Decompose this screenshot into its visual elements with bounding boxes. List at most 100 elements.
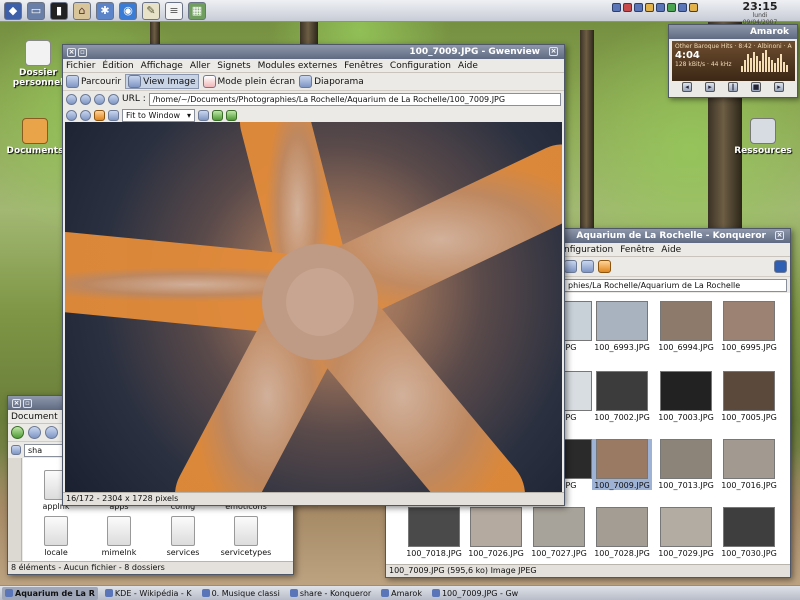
zoom-fit-icon[interactable] [198, 109, 210, 121]
browser-icon[interactable]: ◉ [119, 1, 137, 20]
close-icon[interactable]: × [12, 398, 21, 408]
menu-item[interactable]: Document [11, 412, 58, 422]
clear-icon[interactable] [108, 93, 119, 105]
window-menu-icon[interactable]: ▫ [78, 47, 87, 57]
file-item[interactable]: 100_6995.JPG [719, 301, 779, 352]
file-item[interactable]: 100_7029.JPG [656, 507, 716, 558]
list-view-icon[interactable] [581, 260, 594, 273]
monitor-icon[interactable]: ▭ [27, 1, 45, 20]
menu-item[interactable]: Affichage [141, 61, 183, 71]
file-item[interactable]: 100_7028.JPG [592, 507, 652, 558]
tray-icon[interactable] [667, 3, 676, 12]
image-viewer[interactable] [65, 122, 562, 495]
file-item[interactable]: 100_7003.JPG [656, 371, 716, 422]
settings-icon[interactable]: ✱ [96, 1, 114, 20]
file-item[interactable]: 100_7016.JPG [719, 439, 779, 490]
tray-icon[interactable] [689, 3, 698, 12]
kde-icon[interactable] [774, 260, 787, 273]
zoom-in-icon[interactable] [66, 93, 77, 105]
tray-icon[interactable] [634, 3, 643, 12]
home-icon[interactable] [94, 109, 105, 121]
menu-item[interactable]: Aller [190, 61, 210, 71]
play-icon[interactable]: ▸ [705, 82, 715, 92]
zoom-icon[interactable] [108, 109, 119, 121]
file-item[interactable]: 100_7018.JPG [404, 507, 464, 558]
file-item[interactable]: 100_6993.JPG [592, 301, 652, 352]
thumbnail [723, 439, 775, 479]
tray-icon[interactable] [645, 3, 654, 12]
tray-icon[interactable] [656, 3, 665, 12]
folder-item[interactable]: services [153, 516, 213, 557]
desktop-icon-label: Dossier personnel [12, 68, 64, 88]
window-menu-icon[interactable]: ▫ [23, 398, 32, 408]
gwenview-titlebar[interactable]: × ▫ 100_7009.JPG - Gwenview × [63, 45, 564, 59]
forward-icon[interactable] [80, 109, 91, 121]
menu-item[interactable]: Configuration [390, 61, 451, 71]
taskbar-item-label: Amarok [391, 588, 422, 598]
zoom-out-icon[interactable] [80, 93, 91, 105]
tray-icon[interactable] [623, 3, 632, 12]
tray-icon[interactable] [612, 3, 621, 12]
url-input[interactable]: /home/~/Documents/Photographies/La Roche… [148, 92, 561, 106]
file-item[interactable]: 100_7002.JPG [592, 371, 652, 422]
reload-icon[interactable] [94, 93, 105, 105]
icon-view-icon[interactable] [564, 260, 577, 273]
amarok-titlebar[interactable]: Amarok [669, 25, 797, 39]
menu-item[interactable]: nfiguration [564, 245, 613, 255]
photo-icon[interactable]: ▦ [188, 1, 206, 20]
up-icon[interactable] [45, 426, 58, 439]
file-item[interactable]: 100_7030.JPG [719, 507, 779, 558]
menu-item[interactable]: Édition [102, 61, 133, 71]
taskbar-item[interactable]: Amarok [378, 587, 425, 600]
close-icon[interactable]: × [775, 231, 784, 240]
desktop-icon-documents[interactable]: Documents [0, 118, 70, 156]
prev-icon[interactable]: ◂ [682, 82, 692, 92]
menu-item[interactable]: Aide [458, 61, 478, 71]
tray-icon[interactable] [678, 3, 687, 12]
menu-item[interactable]: Fichier [66, 61, 95, 71]
back-icon[interactable] [66, 109, 77, 121]
close-icon[interactable]: × [67, 47, 76, 57]
taskbar-item[interactable]: share - Konqueror [287, 587, 374, 600]
view-image-button[interactable]: View Image [125, 74, 199, 89]
file-item[interactable]: 100_7027.JPG [529, 507, 589, 558]
taskbar-item[interactable]: Aquarium de La R [2, 586, 98, 600]
clock[interactable]: 23:15 lundi 09/04/2007 [722, 1, 798, 26]
taskbar-item[interactable]: 0. Musique classi [199, 587, 283, 600]
menu-item[interactable]: Modules externes [258, 61, 338, 71]
taskbar-item[interactable]: KDE - Wikipédia - K [102, 587, 195, 600]
file-item[interactable]: 100_7009.JPG [592, 439, 652, 490]
menu-item[interactable]: Signets [217, 61, 250, 71]
desktop-icon-resources[interactable]: Ressources [728, 118, 798, 156]
preview-icon[interactable] [598, 260, 611, 273]
folder-item[interactable]: servicetypes [216, 516, 276, 557]
fullscreen-button[interactable]: Mode plein écran [202, 75, 295, 88]
rotate-right-icon[interactable] [226, 109, 238, 121]
close-icon[interactable]: × [549, 47, 558, 56]
notes-icon[interactable]: ≡ [165, 1, 183, 20]
taskbar-item[interactable]: 100_7009.JPG - Gw [429, 587, 521, 600]
next-icon[interactable]: ▸ [774, 82, 784, 92]
menu-item[interactable]: Aide [661, 245, 681, 255]
menu-icon[interactable]: ◆ [4, 1, 22, 20]
menu-item[interactable]: Fenêtres [344, 61, 383, 71]
forward-icon[interactable] [28, 426, 41, 439]
back-icon[interactable] [11, 426, 24, 439]
folder-item[interactable]: mimelnk [89, 516, 149, 557]
pen-icon[interactable]: ✎ [142, 1, 160, 20]
slideshow-button[interactable]: Diaporama [299, 75, 364, 88]
browse-button[interactable]: Parcourir [66, 75, 121, 88]
rotate-left-icon[interactable] [212, 109, 224, 121]
stop-icon[interactable]: ■ [751, 82, 761, 92]
menu-item[interactable]: Fenêtre [620, 245, 654, 255]
location-input[interactable]: phies/La Rochelle/Aquarium de La Rochell… [564, 278, 787, 292]
file-item[interactable]: 100_6994.JPG [656, 301, 716, 352]
pause-icon[interactable]: ∥ [728, 82, 738, 92]
file-item[interactable]: 100_7013.JPG [656, 439, 716, 490]
folder-item[interactable]: locale [26, 516, 86, 557]
zoom-select[interactable]: Fit to Window [122, 108, 196, 122]
home-icon[interactable]: ⌂ [73, 1, 91, 20]
terminal-icon[interactable]: ▮ [50, 1, 68, 20]
file-item[interactable]: 100_7005.JPG [719, 371, 779, 422]
file-item[interactable]: 100_7026.JPG [466, 507, 526, 558]
